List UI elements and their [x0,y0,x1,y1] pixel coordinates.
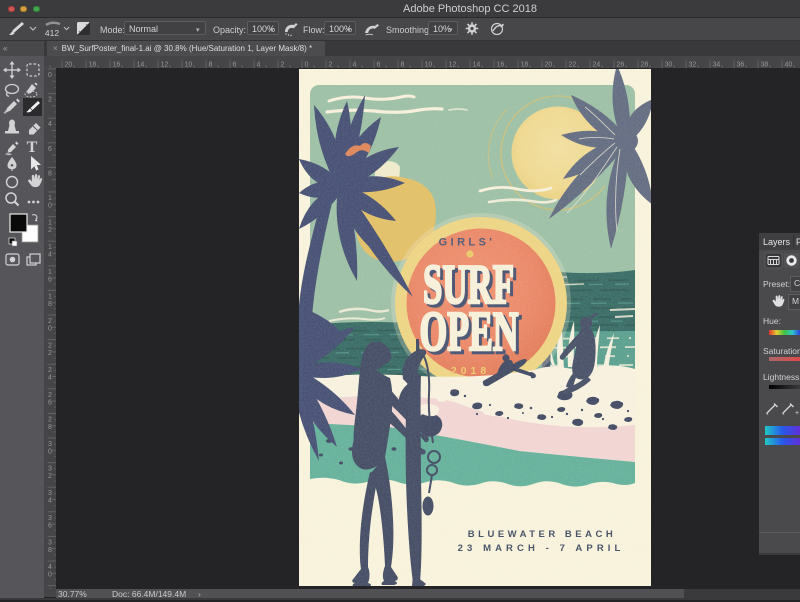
svg-text:1: 1 [48,195,52,202]
svg-text:3: 3 [48,441,52,448]
svg-text:6: 6 [48,146,52,153]
svg-text:6: 6 [48,276,52,283]
svg-text:1: 1 [48,293,52,300]
svg-text:412: 412 [45,28,59,38]
svg-text:1: 1 [48,220,52,227]
svg-text:8: 8 [48,301,52,308]
svg-text:2: 2 [48,97,52,104]
svg-text:2: 2 [48,318,52,325]
svg-text:4: 4 [48,121,52,128]
svg-text:8: 8 [48,170,52,177]
svg-text:2: 2 [48,416,52,423]
svg-text:8: 8 [48,547,52,554]
svg-text:0: 0 [48,72,52,79]
svg-text:3: 3 [48,466,52,473]
svg-text:2: 2 [48,392,52,399]
svg-text:2: 2 [48,473,52,480]
svg-text:3: 3 [48,490,52,497]
svg-text:0: 0 [48,572,52,579]
svg-text:+: + [795,410,799,417]
svg-text:2: 2 [48,350,52,357]
svg-text:6: 6 [48,522,52,529]
svg-text:4: 4 [48,375,52,382]
svg-text:4: 4 [48,498,52,505]
svg-text:0: 0 [48,203,52,210]
svg-text:3: 3 [48,515,52,522]
svg-text:0: 0 [48,449,52,456]
svg-text:3: 3 [48,539,52,546]
svg-text:8: 8 [48,424,52,431]
svg-text:4: 4 [48,252,52,259]
svg-text:1: 1 [48,244,52,251]
svg-text:T: T [27,139,38,156]
svg-text:4: 4 [48,564,52,571]
svg-text:0: 0 [48,326,52,333]
svg-text:2: 2 [48,343,52,350]
svg-text:2: 2 [48,227,52,234]
svg-text:6: 6 [48,399,52,406]
svg-text:1: 1 [48,269,52,276]
svg-text:2: 2 [48,367,52,374]
